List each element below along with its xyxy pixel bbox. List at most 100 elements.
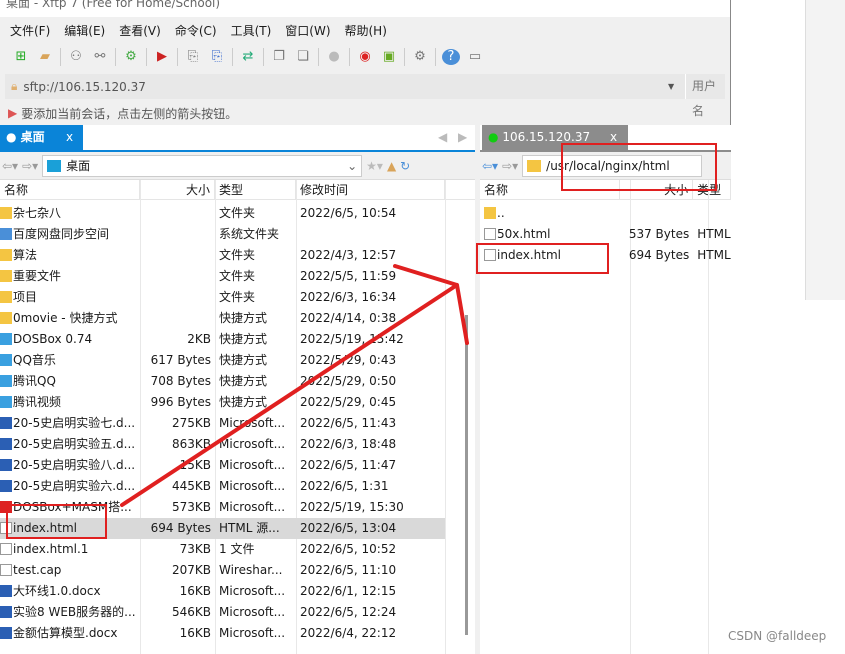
remote-nav-bar: ⇦▾ ⇨▾ /usr/local/nginx/html bbox=[480, 152, 731, 180]
chevron-down-icon[interactable]: ▼ bbox=[668, 82, 674, 91]
forward-icon[interactable]: ⇨▾ bbox=[502, 159, 518, 173]
doc-icon bbox=[0, 459, 12, 471]
file-row[interactable]: QQ音乐 617 Bytes 快捷方式 2022/5/29, 0:43 bbox=[0, 350, 445, 371]
file-row[interactable]: 实验8 WEB服务器的... 546KB Microsoft... 2022/6/5,… bbox=[0, 602, 445, 623]
file-row[interactable]: test.cap 207KB Wireshar... 2022/6/5, 11:10 bbox=[0, 560, 445, 581]
tab-scroll-right-icon[interactable]: ▶ bbox=[458, 130, 467, 144]
cell: 537 Bytes bbox=[628, 227, 690, 241]
star-icon[interactable]: ★▾ bbox=[366, 159, 383, 173]
local-path-input[interactable]: 桌面 ⌄ bbox=[42, 154, 363, 177]
doc-icon bbox=[0, 627, 12, 639]
menu-item[interactable]: 编辑(E) bbox=[64, 22, 105, 39]
parent-folder-icon[interactable]: ▲ bbox=[387, 159, 396, 173]
cell: 大环线1.0.docx bbox=[13, 584, 101, 598]
close-tab-icon[interactable]: x bbox=[610, 125, 617, 150]
remote-column-header: 名称 大小 类型 bbox=[480, 180, 731, 200]
cell: 快捷方式 bbox=[219, 395, 268, 409]
cell: 207KB bbox=[171, 563, 211, 577]
cell: 16KB bbox=[179, 584, 211, 598]
file-row[interactable]: .. bbox=[480, 203, 731, 224]
address-bar[interactable]: 🔒︎ sftp://106.15.120.37 ▼ 用户名 bbox=[5, 74, 725, 118]
cell: 275KB bbox=[171, 416, 211, 430]
file-row[interactable]: 20-5史启明实验六.d... 445KB Microsoft... 2022/6/5… bbox=[0, 476, 445, 497]
menu-item[interactable]: 窗口(W) bbox=[285, 22, 330, 39]
column-header[interactable]: 名称 bbox=[480, 180, 621, 199]
file-row[interactable]: index.html 694 Bytes HTML 源... 2022/6/5, 13… bbox=[0, 518, 445, 539]
file-row[interactable]: 重要文件 文件夹 2022/5/5, 11:59 bbox=[0, 266, 445, 287]
menu-item[interactable]: 命令(C) bbox=[175, 22, 217, 39]
copy-icon[interactable]: ❐ bbox=[270, 49, 288, 65]
xftp-window: 桌面 - Xftp 7 (Free for Home/School) 文件(F)… bbox=[0, 0, 731, 654]
back-icon[interactable]: ⇦▾ bbox=[482, 159, 498, 173]
column-header[interactable]: 修改时间 bbox=[296, 180, 445, 199]
paste-icon[interactable]: ❏ bbox=[294, 49, 312, 65]
column-header[interactable]: 大小 bbox=[140, 180, 215, 199]
column-header[interactable]: 大小 bbox=[620, 180, 694, 199]
chevron-down-icon[interactable]: ⌄ bbox=[347, 159, 357, 173]
chat-icon[interactable]: ▭ bbox=[466, 49, 484, 65]
disconnect-icon[interactable]: ⚯ bbox=[91, 49, 109, 65]
xftp-icon[interactable]: ▣ bbox=[380, 49, 398, 65]
gear-icon[interactable]: ⚙ bbox=[411, 49, 429, 65]
file-row[interactable]: 20-5史启明实验五.d... 863KB Microsoft... 2022/6/3… bbox=[0, 434, 445, 455]
cell: 快捷方式 bbox=[219, 332, 268, 346]
address-input[interactable]: sftp://106.15.120.37 bbox=[23, 80, 146, 94]
cell: Microsoft... bbox=[219, 605, 286, 619]
file-row[interactable]: 大环线1.0.docx 16KB Microsoft... 2022/6/1, 12:… bbox=[0, 581, 445, 602]
file-row[interactable]: 0movie - 快捷方式 快捷方式 2022/4/14, 0:38 bbox=[0, 308, 445, 329]
menu-item[interactable]: 文件(F) bbox=[10, 22, 50, 39]
column-header[interactable]: 类型 bbox=[215, 180, 296, 199]
new-session-icon[interactable]: ⊞ bbox=[12, 49, 30, 65]
help-icon[interactable]: ? bbox=[442, 49, 460, 65]
menu-item[interactable]: 查看(V) bbox=[119, 22, 161, 39]
cell: 实验8 WEB服务器的... bbox=[13, 605, 136, 619]
file-row[interactable]: 腾讯QQ 708 Bytes 快捷方式 2022/5/29, 0:50 bbox=[0, 371, 445, 392]
column-header[interactable]: 名称 bbox=[0, 180, 140, 199]
xshell-icon[interactable]: ◉ bbox=[356, 49, 374, 65]
file-row[interactable]: 50x.html 537 Bytes HTML bbox=[480, 224, 731, 245]
scrollbar[interactable] bbox=[465, 315, 468, 635]
username-input[interactable]: 用户名 bbox=[685, 74, 725, 118]
folder-icon bbox=[0, 270, 12, 282]
settings-window-icon[interactable]: ⚙ bbox=[122, 49, 140, 65]
upload-icon[interactable]: ⎘ bbox=[184, 49, 202, 65]
sync-icon[interactable]: ⇄ bbox=[239, 49, 257, 65]
cell: 2022/6/5, 12:24 bbox=[300, 605, 397, 619]
close-tab-icon[interactable]: x bbox=[66, 125, 73, 150]
cell: 996 Bytes bbox=[150, 395, 211, 409]
cell: 2022/5/29, 0:43 bbox=[300, 353, 397, 367]
download-icon[interactable]: ⎘ bbox=[208, 49, 226, 65]
file-row[interactable]: DOSBox+MASM搭... 573KB Microsoft... 2022/5/1… bbox=[0, 497, 445, 518]
play-icon[interactable]: ▶ bbox=[153, 49, 171, 65]
file-row[interactable]: 百度网盘同步空间 系统文件夹 bbox=[0, 224, 445, 245]
tab-scroll-left-icon[interactable]: ◀ bbox=[438, 130, 447, 144]
file-row[interactable]: 项目 文件夹 2022/6/3, 16:34 bbox=[0, 287, 445, 308]
forward-icon[interactable]: ⇨▾ bbox=[22, 159, 38, 173]
refresh-icon[interactable]: ↻ bbox=[400, 159, 410, 173]
file-row[interactable]: index.html 694 Bytes HTML bbox=[480, 245, 731, 266]
status-icon[interactable]: ● bbox=[325, 49, 343, 65]
remote-path-input[interactable]: /usr/local/nginx/html bbox=[522, 154, 703, 177]
cell: 2022/6/5, 1:31 bbox=[300, 479, 389, 493]
file-row[interactable]: 算法 文件夹 2022/4/3, 12:57 bbox=[0, 245, 445, 266]
menu-item[interactable]: 帮助(H) bbox=[345, 22, 387, 39]
bookmark-arrow-icon[interactable]: ▶ bbox=[8, 106, 17, 120]
file-row[interactable]: 20-5史启明实验七.d... 275KB Microsoft... 2022/6/5… bbox=[0, 413, 445, 434]
file-row[interactable]: 腾讯视频 996 Bytes 快捷方式 2022/5/29, 0:45 bbox=[0, 392, 445, 413]
menu-item[interactable]: 工具(T) bbox=[231, 22, 272, 39]
open-folder-icon[interactable]: ▰ bbox=[36, 49, 54, 65]
cell: QQ音乐 bbox=[13, 353, 56, 367]
file-row[interactable]: 金额估算模型.docx 16KB Microsoft... 2022/6/4, 22:… bbox=[0, 623, 445, 644]
tab-local-desktop[interactable]: ● 桌面 x bbox=[0, 125, 83, 150]
file-row[interactable]: 20-5史启明实验八.d... 15KB Microsoft... 2022/6/5,… bbox=[0, 455, 445, 476]
cell: 2022/6/5, 11:10 bbox=[300, 563, 397, 577]
cell: DOSBox+MASM搭... bbox=[13, 500, 132, 514]
file-row[interactable]: DOSBox 0.74 2KB 快捷方式 2022/5/19, 15:42 bbox=[0, 329, 445, 350]
back-icon[interactable]: ⇦▾ bbox=[2, 159, 18, 173]
connect-icon[interactable]: ⚇ bbox=[67, 49, 85, 65]
cell: HTML 源... bbox=[219, 521, 280, 535]
file-row[interactable]: 杂七杂八 文件夹 2022/6/5, 10:54 bbox=[0, 203, 445, 224]
column-header[interactable]: 类型 bbox=[693, 180, 731, 199]
file-row[interactable]: index.html.1 73KB 1 文件 2022/6/5, 10:52 bbox=[0, 539, 445, 560]
tab-remote-server[interactable]: ● 106.15.120.37 x bbox=[482, 125, 628, 150]
